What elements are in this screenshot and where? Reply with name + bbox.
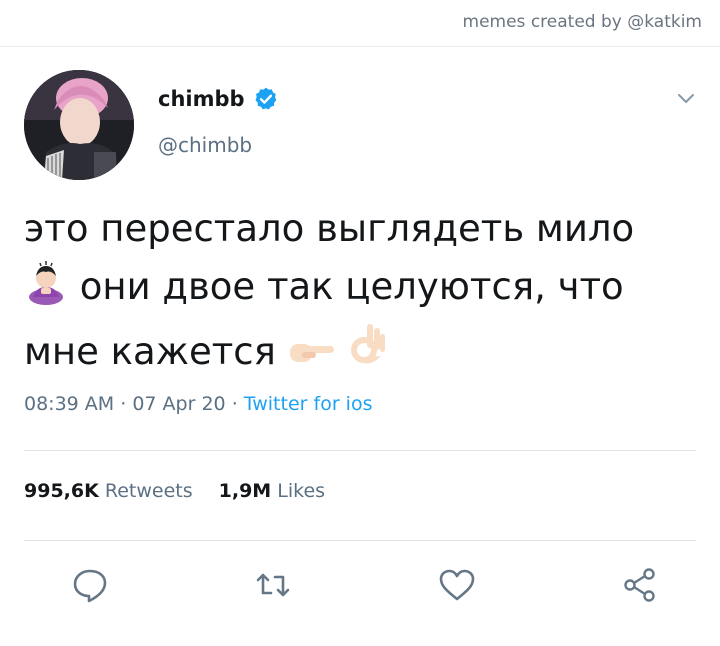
retweets-count: 995,6K: [24, 480, 99, 502]
meta-separator: ·: [231, 393, 244, 415]
chevron-down-icon[interactable]: [676, 88, 696, 108]
tweet-line-2: они двое так целуются, что: [79, 265, 624, 308]
retweets-stat[interactable]: 995,6K Retweets: [24, 480, 193, 502]
avatar[interactable]: [24, 70, 134, 180]
like-icon[interactable]: [437, 565, 477, 605]
likes-label: Likes: [277, 480, 326, 502]
tweet-source-link[interactable]: Twitter for ios: [244, 393, 373, 415]
retweets-label: Retweets: [104, 480, 193, 502]
person-bowing-emoji-icon: [24, 261, 68, 322]
likes-stat[interactable]: 1,9M Likes: [219, 480, 325, 502]
reply-icon[interactable]: [70, 565, 110, 605]
likes-count: 1,9M: [218, 480, 272, 502]
verified-badge-icon: [255, 87, 276, 110]
watermark-credit: memes created by @katkim: [462, 12, 702, 32]
retweet-icon[interactable]: [253, 565, 293, 605]
tweet-stats: 995,6K Retweets 1,9M Likes: [24, 480, 325, 502]
tweet-line-1: это перестало выглядеть мило: [24, 207, 635, 250]
divider: [24, 450, 696, 451]
share-icon[interactable]: [620, 565, 660, 605]
top-divider: [0, 46, 720, 47]
tweet-meta: 08:39 AM · 07 Apr 20 · Twitter for ios: [24, 393, 372, 415]
tweet-time: 08:39 AM: [24, 393, 115, 415]
meta-separator: ·: [120, 393, 133, 415]
ok-hand-emoji-icon: [347, 322, 387, 387]
author-name-row[interactable]: chimbb: [158, 86, 279, 112]
author-handle[interactable]: @chimbb: [158, 133, 252, 157]
tweet-date: 07 Apr 20: [132, 393, 226, 415]
tweet-line-3-wrap: мне кажется: [24, 322, 704, 387]
author-name[interactable]: chimbb: [158, 87, 245, 111]
tweet-line-3: мне кажется: [24, 330, 276, 373]
divider: [24, 540, 696, 541]
pointing-hand-emoji-icon: [288, 329, 336, 387]
tweet-text: это перестало выглядеть мило они двое та…: [24, 200, 704, 387]
tweet-line-2-wrap: они двое так целуются, что: [24, 258, 704, 322]
action-bar: [70, 565, 660, 605]
